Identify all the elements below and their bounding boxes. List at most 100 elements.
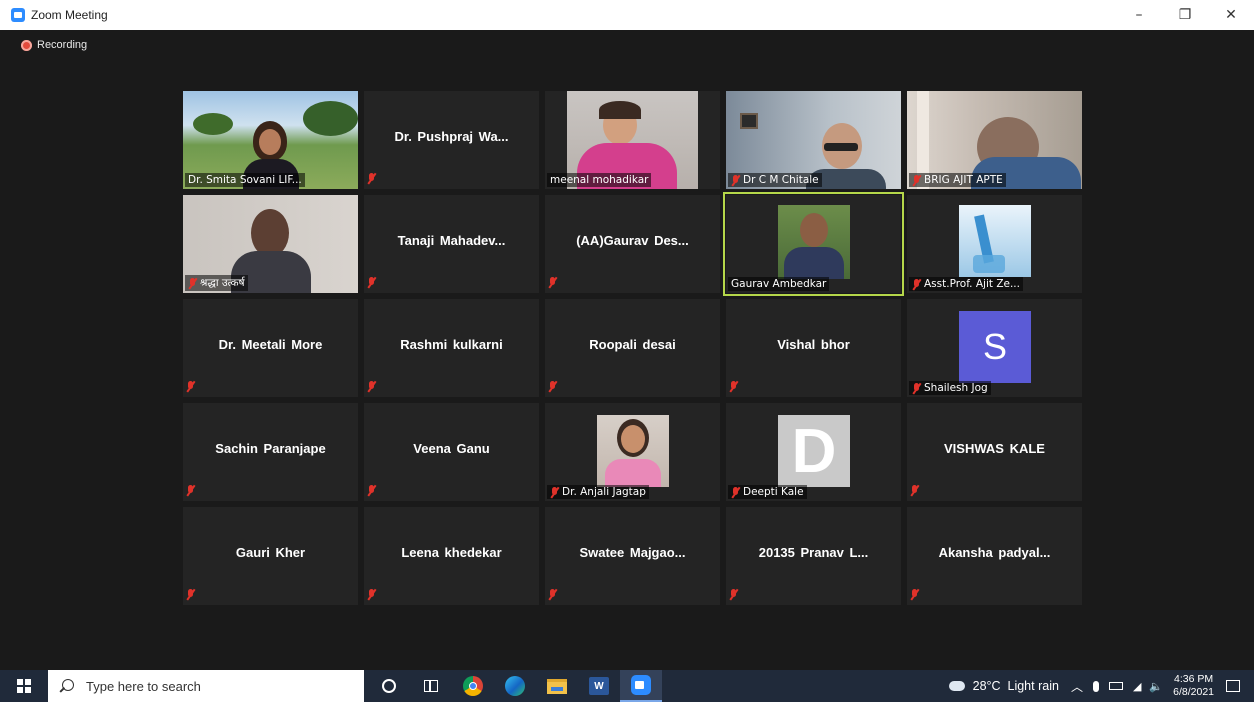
notifications-icon[interactable] <box>1226 680 1240 692</box>
mic-muted-icon <box>731 174 740 186</box>
edge-icon[interactable] <box>494 670 536 702</box>
mic-muted-icon <box>188 277 197 289</box>
participant-name: Asst.Prof. Ajit Ze... <box>909 277 1023 291</box>
participant-tile[interactable]: D Deepti Kale <box>726 403 901 501</box>
participant-name: श्रद्धा उत्कर्ष <box>185 275 248 291</box>
mic-muted-icon <box>548 589 557 600</box>
participant-video <box>778 205 850 279</box>
participant-name: Dr. Meetali More <box>218 337 323 352</box>
task-view-icon[interactable] <box>410 670 452 702</box>
participant-name: Deepti Kale <box>728 485 807 499</box>
participant-name: 20135 Pranav L... <box>758 545 869 560</box>
start-button[interactable] <box>0 670 48 702</box>
chrome-icon[interactable] <box>452 670 494 702</box>
participant-tile[interactable]: Gauri Kher <box>183 507 358 605</box>
microphone-icon[interactable] <box>1092 680 1099 692</box>
search-icon <box>60 679 74 693</box>
participant-tile[interactable]: Swatee Majgao... <box>545 507 720 605</box>
participant-name: Dr. Pushpraj Wa... <box>394 129 509 144</box>
mic-muted-icon <box>548 381 557 392</box>
close-button[interactable]: ✕ <box>1208 0 1254 30</box>
maximize-button[interactable]: ❐ <box>1162 0 1208 30</box>
participant-name: Swatee Majgao... <box>579 545 686 560</box>
word-icon[interactable]: W <box>578 670 620 702</box>
participant-tile[interactable]: Dr C M Chitale <box>726 91 901 189</box>
participant-name: Roopali desai <box>589 337 676 352</box>
clock[interactable]: 4:36 PM 6/8/2021 <box>1173 673 1214 699</box>
participant-tile[interactable]: Dr. Anjali Jagtap <box>545 403 720 501</box>
participant-name: BRIG AJIT APTE <box>909 173 1006 187</box>
meeting-area: Recording Dr. Smita Sovani LIF... Dr. Pu… <box>0 30 1254 670</box>
recording-indicator[interactable]: Recording <box>21 39 87 51</box>
zoom-taskbar-icon[interactable] <box>620 670 662 702</box>
system-tray: 28°C Light rain ︿ ◢ 🔈 4:36 PM 6/8/2021 <box>948 670 1254 702</box>
participant-tile[interactable]: Rashmi kulkarni <box>364 299 539 397</box>
recording-label: Recording <box>37 39 88 51</box>
participant-tile[interactable]: Akansha padyal... <box>907 507 1082 605</box>
participant-name: Leena khedekar <box>401 545 502 560</box>
participant-tile[interactable]: VISHWAS KALE <box>907 403 1082 501</box>
participant-tile[interactable]: Sachin Paranjape <box>183 403 358 501</box>
mic-muted-icon <box>550 486 559 498</box>
participant-name: meenal mohadikar <box>547 173 652 187</box>
cortana-icon[interactable] <box>368 670 410 702</box>
participant-tile[interactable]: S Shailesh Jog <box>907 299 1082 397</box>
mic-muted-icon <box>367 589 376 600</box>
participant-name: (AA)Gaurav Des... <box>576 233 689 248</box>
taskbar-search-box[interactable]: Type here to search <box>48 670 364 702</box>
participant-tile-active-speaker[interactable]: Gaurav Ambedkar <box>723 192 904 296</box>
participant-name: Vishal bhor <box>777 337 850 352</box>
participant-tile[interactable]: Dr. Smita Sovani LIF... <box>183 91 358 189</box>
participant-tile[interactable]: BRIG AJIT APTE <box>907 91 1082 189</box>
mic-muted-icon <box>912 382 921 394</box>
mic-muted-icon <box>731 486 740 498</box>
clock-date: 6/8/2021 <box>1173 686 1214 698</box>
participant-name: Sachin Paranjape <box>215 441 326 456</box>
participant-tile[interactable]: श्रद्धा उत्कर्ष <box>183 195 358 293</box>
participant-name: Veena Ganu <box>413 441 490 456</box>
battery-icon[interactable] <box>1108 682 1123 690</box>
participant-tile[interactable]: Roopali desai <box>545 299 720 397</box>
participant-name: Rashmi kulkarni <box>400 337 503 352</box>
file-explorer-icon[interactable] <box>536 670 578 702</box>
mic-muted-icon <box>186 381 195 392</box>
mic-muted-icon <box>912 174 921 186</box>
windows-taskbar: Type here to search W 28°C Light rain ︿ … <box>0 670 1254 702</box>
participant-name: Dr. Smita Sovani LIF... <box>185 173 305 187</box>
participant-tile[interactable]: 20135 Pranav L... <box>726 507 901 605</box>
participant-tile[interactable]: Dr. Meetali More <box>183 299 358 397</box>
participant-tile[interactable]: Asst.Prof. Ajit Ze... <box>907 195 1082 293</box>
clock-time: 4:36 PM <box>1174 673 1214 685</box>
participant-tile[interactable]: Leena khedekar <box>364 507 539 605</box>
network-icon[interactable]: ◢ <box>1133 680 1141 693</box>
participant-name: Dr C M Chitale <box>728 173 822 187</box>
participant-video <box>597 415 669 487</box>
participant-tile[interactable]: Vishal bhor <box>726 299 901 397</box>
mic-muted-icon <box>729 589 738 600</box>
participant-name: Shailesh Jog <box>909 381 991 395</box>
participant-tile[interactable]: Veena Ganu <box>364 403 539 501</box>
windows-logo-icon <box>17 679 31 693</box>
weather-text[interactable]: 28°C Light rain <box>973 679 1059 693</box>
volume-icon[interactable]: 🔈 <box>1149 680 1163 693</box>
mic-muted-icon <box>367 277 376 288</box>
participant-tile[interactable]: meenal mohadikar <box>545 91 720 189</box>
participant-name: Tanaji Mahadev... <box>397 233 506 248</box>
window-title: Zoom Meeting <box>31 8 108 22</box>
participant-name: Gaurav Ambedkar <box>728 277 830 291</box>
search-placeholder: Type here to search <box>86 678 201 694</box>
participant-name: Gauri Kher <box>235 545 306 560</box>
participant-tile[interactable]: Dr. Pushpraj Wa... <box>364 91 539 189</box>
mic-muted-icon <box>729 381 738 392</box>
window-controls: – ❐ ✕ <box>1116 0 1254 30</box>
chevron-up-icon[interactable]: ︿ <box>1071 678 1083 695</box>
mic-muted-icon <box>548 277 557 288</box>
window-title-bar: Zoom Meeting – ❐ ✕ <box>0 0 1254 30</box>
minimize-button[interactable]: – <box>1116 0 1162 30</box>
participant-avatar: D <box>778 415 850 487</box>
participant-tile[interactable]: Tanaji Mahadev... <box>364 195 539 293</box>
mic-muted-icon <box>912 278 921 290</box>
participant-tile[interactable]: (AA)Gaurav Des... <box>545 195 720 293</box>
zoom-app-icon <box>11 8 25 22</box>
participant-video <box>959 205 1031 277</box>
